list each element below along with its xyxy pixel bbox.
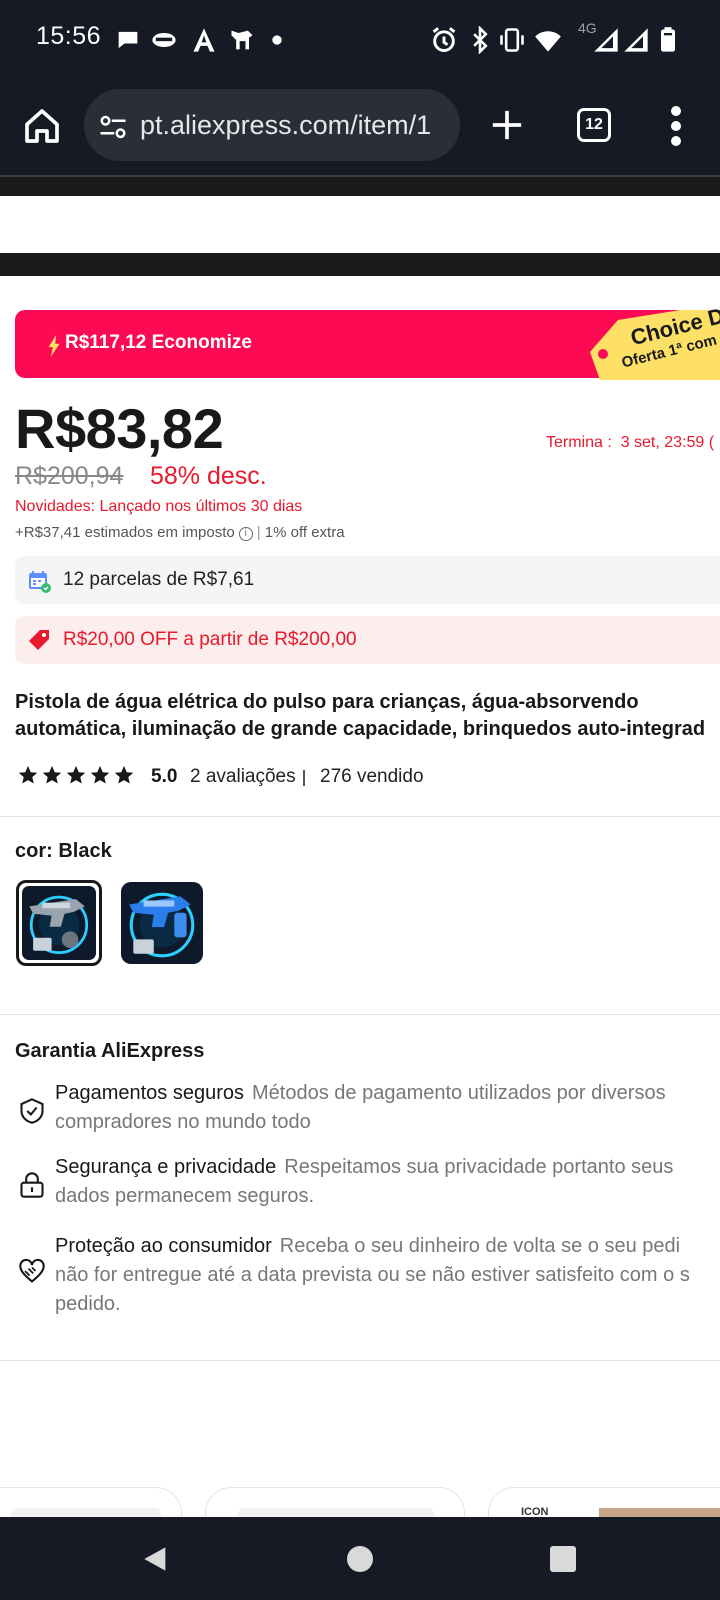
lightning-icon [48,335,60,357]
novelty-label: Novidades: Lançado nos últimos 30 dias [15,498,303,515]
pony-icon [231,30,253,50]
calendar-icon [29,571,51,593]
guarantee-item: Segurança e privacidade Respeitamos sua p… [55,1153,720,1211]
product-title: Pistola de água elétrica do pulso para c… [15,689,720,743]
coupon-text: R$20,00 OFF a partir de R$200,00 [63,629,357,650]
tabs-icon[interactable]: 12 [577,108,611,142]
dot-icon [272,35,282,45]
recents-button[interactable] [550,1546,576,1572]
star-icon [66,765,86,784]
guarantee-item-text: compradores no mundo todo [55,1111,311,1133]
signal-icon [624,28,648,52]
section-divider [0,1360,720,1361]
product-title-line: automática, iluminação de grande capacid… [15,718,706,740]
color-swatch-blue[interactable] [121,882,203,964]
back-icon[interactable] [142,1545,170,1573]
divider [303,770,305,786]
shield-check-icon [20,1098,44,1124]
original-price: R$200,94 [15,462,124,490]
signal-icon [594,28,618,52]
product-title-line: Pistola de água elétrica do pulso para c… [15,691,639,713]
guarantee-item-text: não for entregue até a data prevista ou … [55,1264,690,1286]
bluetooth-icon [473,26,488,54]
lock-icon [20,1172,44,1198]
product-thumbnail [121,882,203,964]
chat-bubble-icon [118,31,138,49]
page-top-band [0,177,720,196]
url-text[interactable]: pt.aliexpress.com/item/1 [140,110,450,141]
current-price: R$83,82 [15,397,224,460]
tax-line: +R$37,41 estimados em imposto i | 1% off e… [15,524,345,541]
tax-separator: | [256,524,265,541]
vibrate-icon [500,28,524,52]
handshake-heart-icon [19,1258,45,1283]
more-vert-icon[interactable] [668,106,684,146]
deal-ends: Termina : 3 set, 23:59 ( [546,434,714,452]
home-icon[interactable] [22,106,62,146]
section-divider [0,1014,720,1015]
site-settings-icon[interactable] [98,112,128,142]
sold-count: 276 vendido [320,766,424,787]
guarantee-item-text: Respeitamos sua privacidade portanto seu… [284,1156,674,1178]
guarantee-item-text: pedido. [55,1293,121,1315]
product-thumbnail-image [22,886,96,960]
product-thumbnail [22,886,96,960]
color-swatch-black[interactable] [16,880,102,966]
guarantee-item-text: Receba o seu dinheiro de volta se o seu … [279,1235,681,1257]
guarantee-item-title: Pagamentos seguros [55,1082,245,1104]
guarantee-item-title: Segurança e privacidade [55,1156,277,1178]
page-gallery-band [0,253,720,276]
guarantee-item-line: Proteção ao consumidor Receba o seu dinhe… [55,1232,720,1261]
color-label: cor: Black [15,840,112,862]
a-icon [193,28,215,52]
guarantee-title: Garantia AliExpress [15,1040,205,1062]
guarantee-item-line: Segurança e privacidade Respeitamos sua p… [55,1153,720,1182]
installments-text: 12 parcelas de R$7,61 [63,569,255,590]
star-icon [114,765,134,784]
battery-icon [661,27,675,52]
plus-icon[interactable] [490,108,524,142]
guarantee-item-title: Proteção ao consumidor [55,1235,272,1257]
guarantee-item-line: Pagamentos seguros Métodos de pagamento u… [55,1079,720,1108]
extra-discount: 1% off extra [264,524,345,541]
star-icon [90,765,110,784]
guarantee-item-text: dados permanecem seguros. [55,1185,315,1207]
wifi-icon [535,31,561,52]
product-thumbnail-image [121,882,203,964]
tag-icon [29,630,49,650]
status-bar: 15:56 4G [0,0,720,80]
rating-value: 5.0 [151,766,178,787]
promo-savings: R$117,12 Economize [65,332,252,353]
alarm-icon [432,27,456,52]
star-rating[interactable] [17,764,137,788]
info-icon[interactable]: i [238,527,253,541]
deal-ends-value: 3 set, 23:59 ( [620,434,715,451]
discount-label: 58% desc. [150,462,267,490]
visor-icon [152,33,176,47]
section-divider [0,816,720,817]
reviews-count[interactable]: 2 avaliações [190,766,296,788]
star-icon [42,765,62,784]
deal-ends-label: Termina : [546,434,612,451]
star-icon [18,765,38,784]
status-time: 15:56 [36,22,102,50]
guarantee-item: Proteção ao consumidor Receba o seu dinhe… [55,1232,720,1319]
guarantee-item: Pagamentos seguros Métodos de pagamento u… [55,1079,720,1137]
guarantee-item-text: Métodos de pagamento utilizados por dive… [252,1082,666,1104]
tax-estimate: +R$37,41 estimados em imposto [15,524,235,541]
home-nav-button[interactable] [347,1546,373,1572]
